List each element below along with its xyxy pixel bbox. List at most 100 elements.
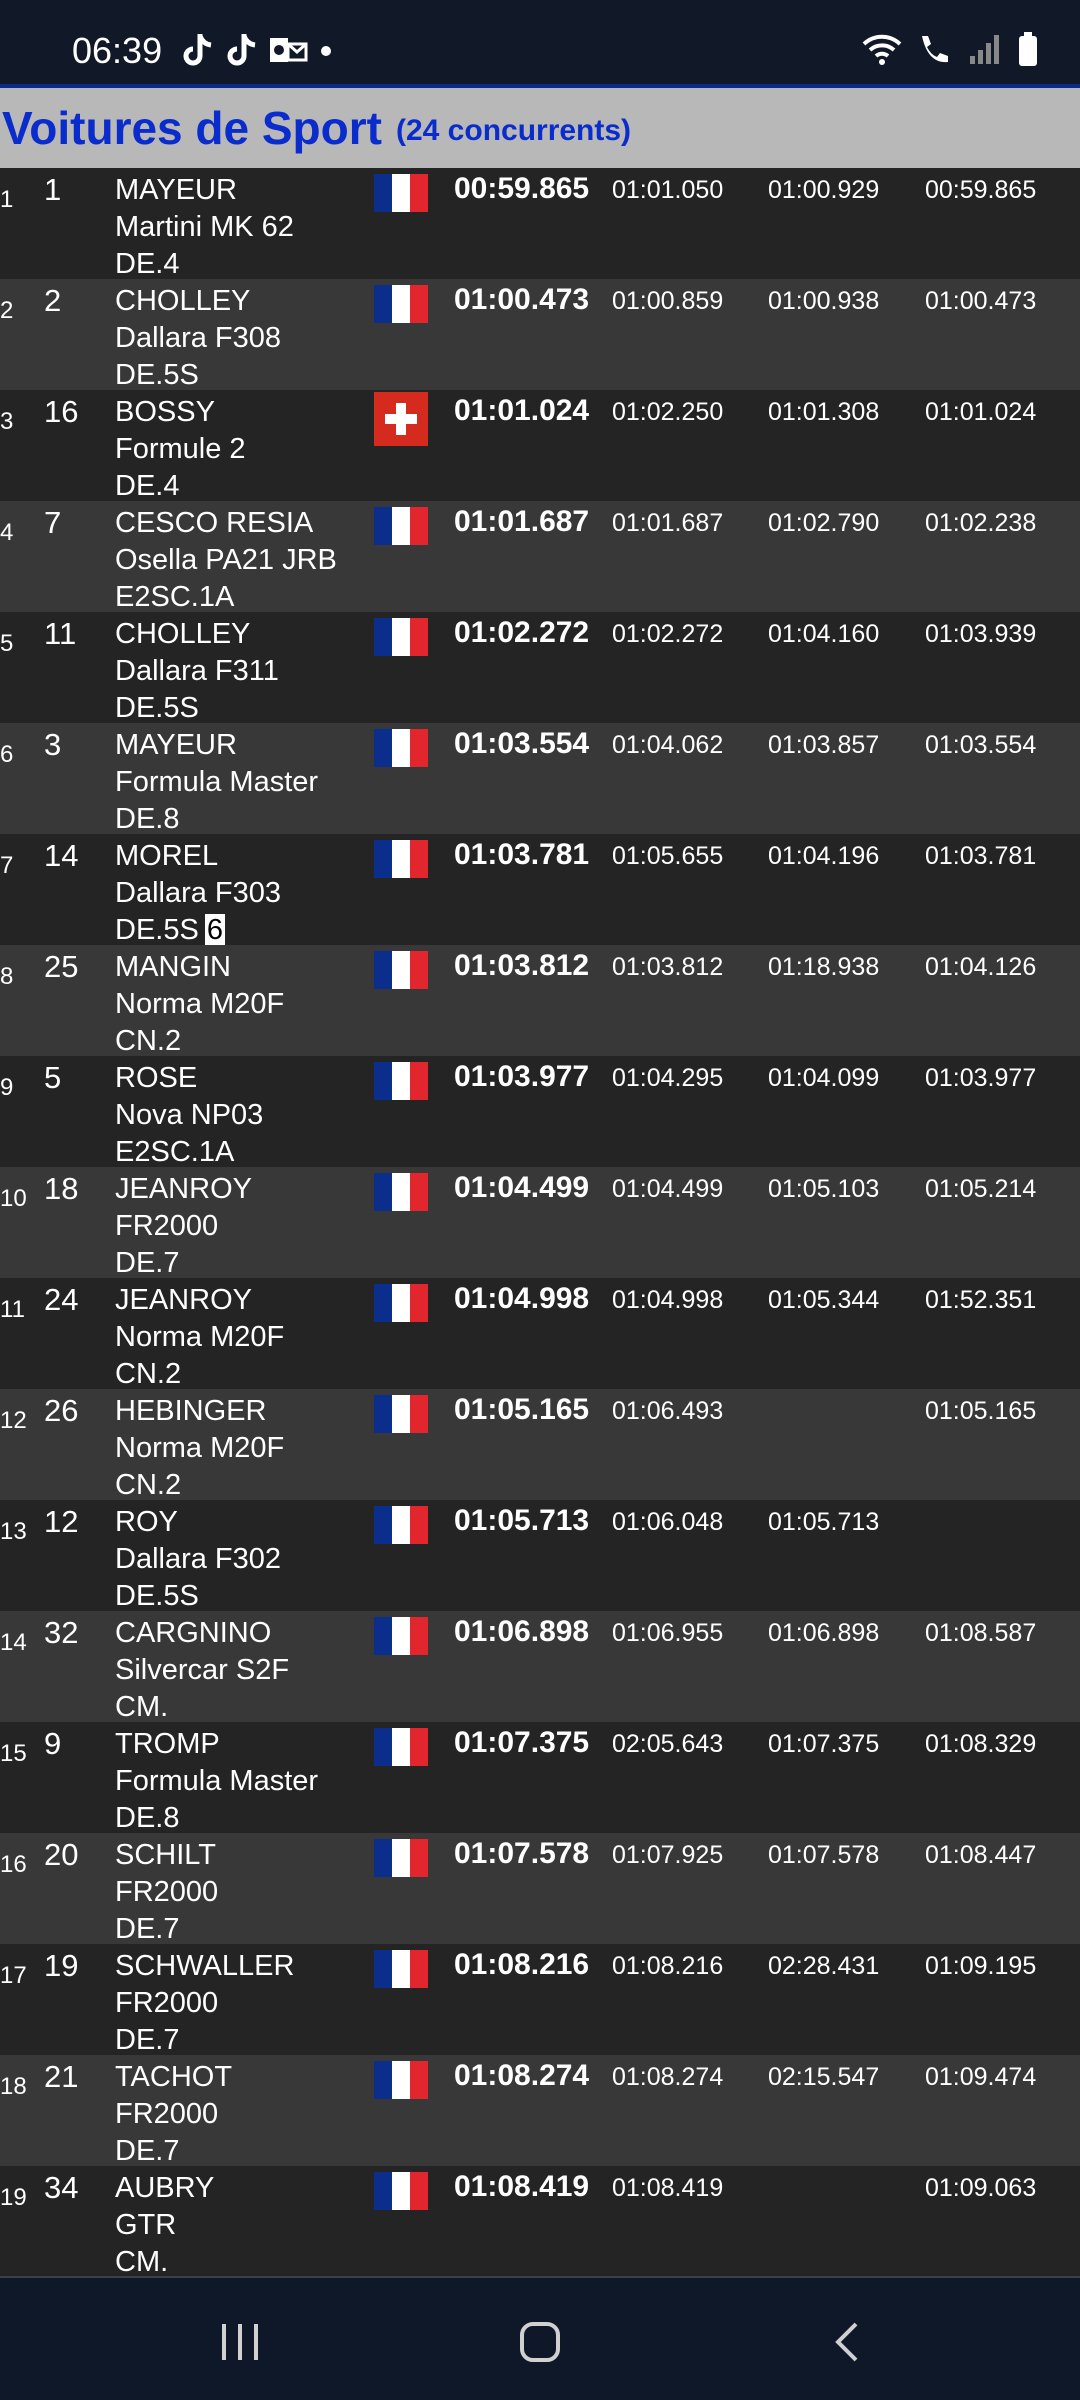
car-class-line: DE.7 <box>115 2022 294 2059</box>
car-class: CN.2 <box>115 1469 182 1501</box>
result-row[interactable]: 3 16 BOSSY Formule 2 DE.4 01:01.024 01:02.250 0… <box>0 390 1080 502</box>
france-flag-icon <box>374 2172 428 2210</box>
result-row[interactable]: 12 26 HEBINGER Norma M20F CN.2 01:05.165 01:06… <box>0 1389 1080 1501</box>
recent-apps-icon[interactable] <box>218 2320 262 2364</box>
results-list[interactable]: 1 1 MAYEUR Martini MK 62 DE.4 00:59.865 01:01.… <box>0 168 1080 2276</box>
lap-time-3: 01:02.238 <box>925 509 1037 537</box>
outlook-icon <box>270 38 308 62</box>
car-model: Martini MK 62 <box>115 211 294 243</box>
result-row[interactable]: 1 1 MAYEUR Martini MK 62 DE.4 00:59.865 01:01.… <box>0 168 1080 280</box>
car-class-line: CM. <box>115 1689 289 1726</box>
result-row[interactable]: 13 12 ROY Dallara F302 DE.5S 01:05.713 01:06.0… <box>0 1500 1080 1612</box>
lap-time-2: 01:02.790 <box>768 509 880 537</box>
competitor-info: MOREL Dallara F303 DE.5S 6 <box>115 838 281 949</box>
result-row[interactable]: 6 3 MAYEUR Formula Master DE.8 01:03.554 01:04… <box>0 723 1080 835</box>
driver-name: MAYEUR <box>115 729 237 761</box>
result-row[interactable]: 2 2 CHOLLEY Dallara F308 DE.5S 01:00.473 01:00… <box>0 279 1080 391</box>
position-number: 7 <box>0 852 14 879</box>
result-row[interactable]: 14 32 CARGNINO Silvercar S2F CM. 01:06.898 01:… <box>0 1611 1080 1723</box>
car-class: DE.8 <box>115 1802 180 1834</box>
car-number: 12 <box>44 1504 79 1539</box>
result-row[interactable]: 10 18 JEANROY FR2000 DE.7 01:04.499 01:04.499 0… <box>0 1167 1080 1279</box>
dot-icon <box>321 46 331 56</box>
result-row[interactable]: 18 21 TACHOT FR2000 DE.7 01:08.274 01:08.274 02… <box>0 2055 1080 2167</box>
driver-name: HEBINGER <box>115 1395 267 1427</box>
lap-time-1: 01:02.272 <box>612 620 724 648</box>
best-lap-time: 01:04.998 <box>454 1282 590 1315</box>
car-class: DE.7 <box>115 2024 180 2056</box>
lap-time-2: 01:03.857 <box>768 731 880 759</box>
result-row[interactable]: 16 20 SCHILT FR2000 DE.7 01:07.578 01:07.925 01… <box>0 1833 1080 1945</box>
home-icon[interactable] <box>518 2320 562 2364</box>
result-row[interactable]: 5 11 CHOLLEY Dallara F311 DE.5S 01:02.272 01:0… <box>0 612 1080 724</box>
car-class: E2SC.1A <box>115 1136 235 1168</box>
lap-time-3: 01:52.351 <box>925 1286 1037 1314</box>
lap-time-1: 01:07.925 <box>612 1841 724 1869</box>
lap-time-1: 01:06.493 <box>612 1397 724 1425</box>
car-class-line: DE.4 <box>115 246 294 283</box>
car-model: Nova NP03 <box>115 1099 264 1131</box>
car-class: CN.2 <box>115 1358 182 1390</box>
best-lap-time: 01:00.473 <box>454 283 590 316</box>
competitor-info: HEBINGER Norma M20F CN.2 <box>115 1393 284 1504</box>
driver-name: MOREL <box>115 840 219 872</box>
france-flag-icon <box>374 1173 428 1211</box>
competitor-info: TACHOT FR2000 DE.7 <box>115 2059 232 2170</box>
best-lap-time: 01:03.554 <box>454 727 590 760</box>
car-model: FR2000 <box>115 1210 219 1242</box>
driver-name: JEANROY <box>115 1173 252 1205</box>
status-time: 06:39 <box>72 30 163 71</box>
position-number: 10 <box>0 1185 27 1212</box>
lap-time-1: 01:08.274 <box>612 2063 724 2091</box>
car-model: Norma M20F <box>115 988 285 1020</box>
lap-time-3: 01:03.781 <box>925 842 1037 870</box>
driver-name: MAYEUR <box>115 174 237 206</box>
car-number: 1 <box>44 172 62 207</box>
car-class: DE.5S <box>115 914 199 946</box>
lap-time-2: 02:28.431 <box>768 1952 880 1980</box>
position-number: 5 <box>0 630 14 657</box>
car-model: Norma M20F <box>115 1432 285 1464</box>
car-model: Dallara F311 <box>115 655 279 687</box>
lap-time-3: 01:09.195 <box>925 1952 1037 1980</box>
car-model: Formula Master <box>115 766 319 798</box>
result-row[interactable]: 8 25 MANGIN Norma M20F CN.2 01:03.812 01:03.81… <box>0 945 1080 1057</box>
result-row[interactable]: 9 5 ROSE Nova NP03 E2SC.1A 01:03.977 01:04.295… <box>0 1056 1080 1168</box>
competitor-info: BOSSY Formule 2 DE.4 <box>115 394 246 505</box>
car-number: 26 <box>44 1393 79 1428</box>
car-model: Formule 2 <box>115 433 246 465</box>
driver-name: AUBRY <box>115 2172 215 2204</box>
car-number: 9 <box>44 1726 62 1761</box>
car-class: DE.5S <box>115 692 199 724</box>
nav-divider <box>0 2276 1080 2278</box>
car-number: 5 <box>44 1060 62 1095</box>
text-cursor-badge: 6 <box>204 914 225 946</box>
lap-time-3: 01:09.063 <box>925 2174 1037 2202</box>
france-flag-icon <box>374 1062 428 1100</box>
result-row[interactable]: 11 24 JEANROY Norma M20F CN.2 01:04.998 01:04.… <box>0 1278 1080 1390</box>
result-row[interactable]: 4 7 CESCO RESIA Osella PA21 JRB E2SC.1A 01:01… <box>0 501 1080 613</box>
car-class-line: DE.5S <box>115 1578 281 1615</box>
car-model: Dallara F302 <box>115 1543 282 1575</box>
lap-time-2: 01:04.160 <box>768 620 880 648</box>
driver-name: JEANROY <box>115 1284 252 1316</box>
car-number: 14 <box>44 838 79 873</box>
result-row[interactable]: 7 14 MOREL Dallara F303 DE.5S 6 01:03.781 01:05… <box>0 834 1080 946</box>
competitor-info: JEANROY FR2000 DE.7 <box>115 1171 252 1282</box>
competitor-info: SCHILT FR2000 DE.7 <box>115 1837 218 1948</box>
france-flag-icon <box>374 1950 428 1988</box>
result-row[interactable]: 17 19 SCHWALLER FR2000 DE.7 01:08.216 01:08.21… <box>0 1944 1080 2056</box>
position-number: 3 <box>0 408 14 435</box>
france-flag-icon <box>374 2061 428 2099</box>
result-row[interactable]: 15 9 TROMP Formula Master DE.8 01:07.375 02:05… <box>0 1722 1080 1834</box>
result-row[interactable]: 19 34 AUBRY GTR CM. 01:08.419 01:08.419 01:09.0… <box>0 2166 1080 2276</box>
best-lap-time: 01:01.024 <box>454 394 590 427</box>
car-number: 7 <box>44 505 62 540</box>
car-class-line: DE.5S 6 <box>115 912 281 949</box>
car-class: CN.2 <box>115 1025 182 1057</box>
back-icon[interactable] <box>826 2320 870 2364</box>
position-number: 2 <box>0 297 14 324</box>
position-number: 9 <box>0 1074 14 1101</box>
best-lap-time: 01:03.812 <box>454 949 590 982</box>
car-class-line: CN.2 <box>115 1356 284 1393</box>
